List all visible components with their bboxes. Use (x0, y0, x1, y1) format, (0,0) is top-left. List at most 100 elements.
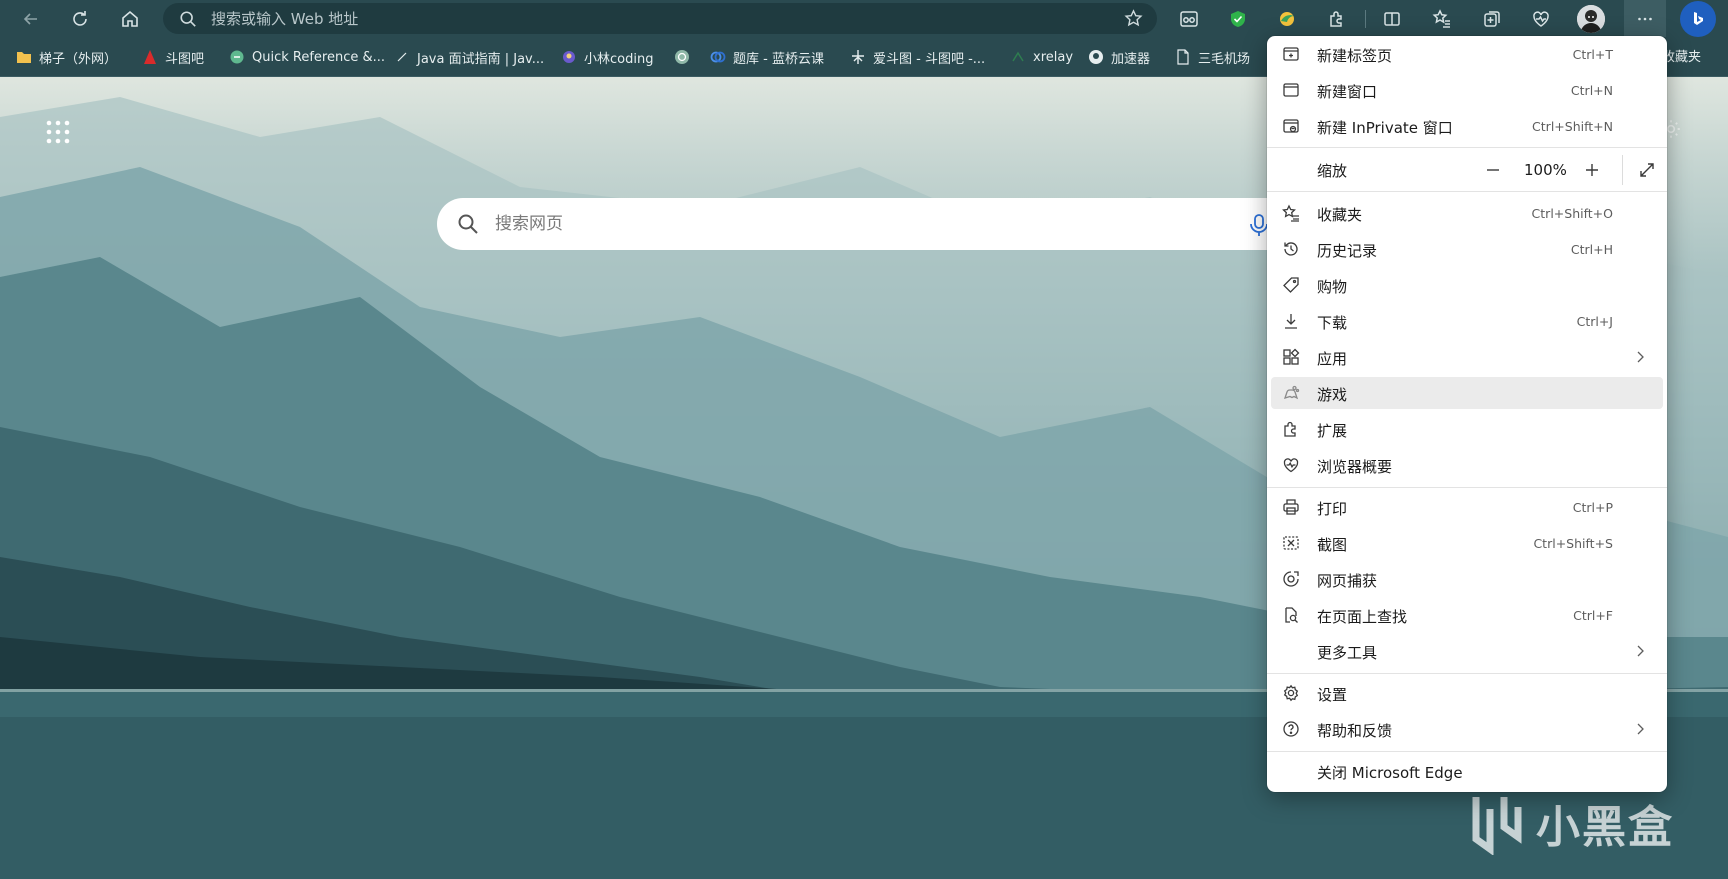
chevron-right-icon (1637, 351, 1644, 363)
search-icon (458, 214, 478, 234)
menu-item-new-inprivate-window[interactable]: 新建 InPrivate 窗口 Ctrl+Shift+N (1271, 110, 1663, 142)
bookmark-label: 小林coding (584, 51, 654, 67)
download-icon (1285, 314, 1297, 329)
profile-avatar[interactable] (1577, 5, 1605, 33)
menu-item-apps[interactable]: 应用 (1271, 341, 1663, 373)
menu-item-history[interactable]: 历史记录 Ctrl+H (1271, 233, 1663, 265)
menu-item-shopping[interactable]: 购物 (1271, 269, 1663, 301)
menu-divider (1267, 191, 1667, 192)
extensions-button[interactable] (1322, 4, 1352, 34)
menu-item-close-edge[interactable]: 关闭 Microsoft Edge (1271, 755, 1663, 787)
more-dots-icon (1638, 17, 1652, 20)
bookmark-item[interactable]: xrelay (1010, 46, 1073, 68)
bookmark-item[interactable]: 三毛机场 (1175, 46, 1250, 68)
bookmark-item[interactable]: 梯子（外网） (16, 46, 117, 68)
bookmark-label: 斗图吧 (165, 51, 205, 67)
xiaoheihe-logo-icon (1472, 797, 1522, 855)
settings-and-more-button[interactable] (1624, 0, 1666, 37)
extension-button[interactable] (1272, 4, 1302, 34)
menu-item-web-capture[interactable]: 网页捕获 (1271, 563, 1663, 595)
split-screen-button[interactable] (1377, 4, 1407, 34)
web-search-box[interactable] (437, 198, 1337, 250)
bookmark-item[interactable] (674, 46, 697, 68)
inprivate-icon (1283, 119, 1299, 133)
refresh-icon (73, 11, 87, 26)
menu-item-browser-essentials[interactable]: 浏览器概要 (1271, 449, 1663, 481)
heart-pulse-icon (1533, 11, 1549, 27)
site-icon (397, 52, 407, 62)
green-shield-icon (1231, 11, 1245, 27)
other-favorites-label[interactable]: 收藏夹 (1662, 46, 1701, 65)
back-button[interactable] (16, 4, 46, 34)
address-input[interactable] (211, 9, 1011, 28)
site-icon (144, 50, 156, 64)
favorites-button[interactable] (1427, 4, 1457, 34)
add-favorite-star-icon[interactable] (1124, 9, 1143, 28)
home-icon (122, 10, 138, 27)
menu-item-new-window[interactable]: 新建窗口 Ctrl+N (1271, 74, 1663, 106)
new-window-icon (1283, 83, 1299, 97)
browser-toolbar (0, 0, 1728, 37)
menu-item-more-tools[interactable]: 更多工具 (1271, 635, 1663, 667)
bookmark-item[interactable]: Quick Reference &... (229, 46, 385, 68)
menu-divider (1267, 487, 1667, 488)
menu-item-shortcut: Ctrl+H (1570, 242, 1613, 257)
menu-item-find-on-page[interactable]: 在页面上查找 Ctrl+F (1271, 599, 1663, 631)
menu-item-extensions[interactable]: 扩展 (1271, 413, 1663, 445)
fullscreen-expand-icon[interactable] (1638, 161, 1656, 179)
menu-divider (1267, 673, 1667, 674)
bookmark-item[interactable]: 爱斗图 - 斗图吧 -... (850, 46, 985, 68)
copilot-button[interactable] (1680, 1, 1716, 37)
bing-copilot-icon (1694, 12, 1703, 25)
menu-item-print[interactable]: 打印 Ctrl+P (1271, 491, 1663, 523)
folder-icon (17, 52, 31, 63)
bookmark-label: xrelay (1033, 49, 1074, 65)
menu-item-label: 扩展 (1317, 422, 1348, 440)
menu-item-zoom: 缩放 100% (1271, 153, 1663, 185)
menu-item-label: 帮助和反馈 (1317, 722, 1393, 740)
address-bar[interactable] (163, 3, 1157, 34)
menu-item-label: 历史记录 (1317, 242, 1378, 260)
zoom-divider (1622, 155, 1623, 185)
collections-toolbar-button[interactable] (1174, 4, 1204, 34)
help-icon (1283, 721, 1299, 737)
bookmark-item[interactable]: 题库 - 蓝桥云课 (710, 46, 824, 68)
menu-item-label: 收藏夹 (1317, 206, 1363, 224)
bookmark-label: 梯子（外网） (39, 51, 118, 67)
zoom-out-minus-icon[interactable] (1484, 161, 1502, 179)
bookmark-item[interactable]: 加速器 (1088, 46, 1150, 68)
menu-item-new-tab[interactable]: 新建标签页 Ctrl+T (1271, 38, 1663, 70)
history-icon (1284, 242, 1298, 256)
menu-item-label: 购物 (1317, 278, 1348, 296)
avatar-image-icon (1577, 5, 1605, 33)
favorites-icon (1282, 204, 1299, 222)
menu-item-label: 浏览器概要 (1317, 458, 1393, 476)
colorful-extension-icon (1280, 12, 1294, 26)
menu-item-downloads[interactable]: 下载 Ctrl+J (1271, 305, 1663, 337)
menu-item-label: 截图 (1317, 536, 1348, 554)
bookmark-label: 三毛机场 (1198, 51, 1251, 67)
menu-item-label: 网页捕获 (1317, 572, 1378, 590)
browser-essentials-button[interactable] (1526, 4, 1556, 34)
bookmark-label: 爱斗图 - 斗图吧 -... (873, 51, 986, 67)
collections-button[interactable] (1477, 4, 1507, 34)
bookmark-item[interactable]: 斗图吧 (142, 46, 204, 68)
menu-item-screenshot[interactable]: 截图 Ctrl+Shift+S (1271, 527, 1663, 559)
menu-item-label: 新建 InPrivate 窗口 (1317, 119, 1453, 137)
menu-item-shortcut: Ctrl+P (1572, 500, 1613, 515)
refresh-button[interactable] (65, 4, 95, 34)
menu-item-settings[interactable]: 设置 (1271, 677, 1663, 709)
web-search-input[interactable] (495, 214, 1195, 234)
menu-item-shortcut: Ctrl+N (1570, 83, 1613, 98)
zoom-in-plus-icon[interactable] (1583, 161, 1601, 179)
menu-item-favorites[interactable]: 收藏夹 Ctrl+Shift+O (1271, 197, 1663, 229)
menu-item-label: 新建标签页 (1317, 47, 1393, 65)
security-extension-button[interactable] (1223, 4, 1253, 34)
menu-item-help-and-feedback[interactable]: 帮助和反馈 (1271, 713, 1663, 745)
home-button[interactable] (115, 4, 145, 34)
settings-icon (1283, 684, 1299, 702)
menu-item-games[interactable]: 游戏 (1271, 377, 1663, 409)
bookmark-item[interactable]: Java 面试指南 | Jav... (394, 46, 544, 68)
app-launcher-grid-icon[interactable] (44, 118, 72, 146)
bookmark-item[interactable]: 小林coding (561, 46, 653, 68)
